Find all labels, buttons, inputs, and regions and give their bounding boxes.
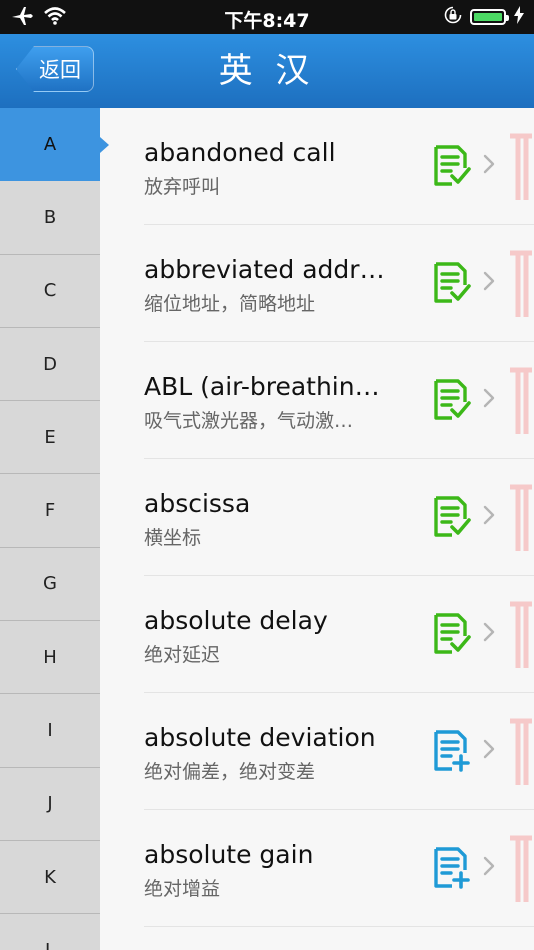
sidebar-letter-l[interactable]: L bbox=[0, 914, 100, 950]
sidebar-letter-f[interactable]: F bbox=[0, 474, 100, 548]
word-definition: 吸气式激光器，气动激… bbox=[144, 410, 354, 432]
word-row[interactable]: ABL (air-breathin… 吸气式激光器，气动激… bbox=[144, 342, 534, 459]
bookmark-edge-icon bbox=[508, 249, 534, 319]
status-bar: 下午8:47 bbox=[0, 0, 534, 34]
sidebar-letter-i[interactable]: I bbox=[0, 694, 100, 768]
word-term: absolute gain bbox=[144, 840, 314, 869]
word-row[interactable]: absolute delay 绝对延迟 bbox=[144, 576, 534, 693]
word-row[interactable]: absolute gain 绝对增益 bbox=[144, 810, 534, 927]
word-term: abbreviated addr… bbox=[144, 255, 385, 284]
word-definition: 绝对偏差，绝对变差 bbox=[144, 761, 316, 783]
word-list[interactable]: abandoned call 放弃呼叫 abbreviated addr… 缩位地址，… bbox=[100, 108, 534, 950]
sidebar-letter-e[interactable]: E bbox=[0, 401, 100, 475]
word-definition: 放弃呼叫 bbox=[144, 176, 221, 198]
word-definition: 缩位地址，简略地址 bbox=[144, 293, 316, 315]
bookmark-edge-icon bbox=[508, 834, 534, 904]
orientation-lock-icon bbox=[444, 6, 462, 28]
sidebar-letter-c[interactable]: C bbox=[0, 255, 100, 328]
bookmark-edge-icon bbox=[508, 366, 534, 436]
chevron-right-icon bbox=[482, 269, 496, 293]
bookmark-edge-icon bbox=[508, 717, 534, 787]
bookmark-edge-icon bbox=[508, 483, 534, 553]
word-term: abscissa bbox=[144, 489, 251, 518]
sidebar-letter-h[interactable]: H bbox=[0, 621, 100, 695]
sidebar-letter-g[interactable]: G bbox=[0, 548, 100, 622]
word-definition: 横坐标 bbox=[144, 527, 202, 549]
word-term: absolute deviation bbox=[144, 723, 376, 752]
page-title: 英 汉 bbox=[218, 51, 316, 91]
chevron-right-icon bbox=[482, 152, 496, 176]
word-term: ABL (air-breathin… bbox=[144, 372, 380, 401]
navigation-bar: 返回 英 汉 bbox=[0, 34, 534, 108]
word-row[interactable]: abbreviated addr… 缩位地址，简略地址 bbox=[144, 225, 534, 342]
sidebar-letter-b[interactable]: B bbox=[0, 181, 100, 255]
word-row[interactable]: absolute deviation 绝对偏差，绝对变差 bbox=[144, 693, 534, 810]
word-term: abandoned call bbox=[144, 138, 336, 167]
note-check-icon[interactable] bbox=[432, 378, 472, 422]
bookmark-edge-icon bbox=[508, 600, 534, 670]
note-check-icon[interactable] bbox=[432, 261, 472, 305]
chevron-right-icon bbox=[482, 620, 496, 644]
sidebar-letter-j[interactable]: J bbox=[0, 768, 100, 841]
chevron-right-icon bbox=[482, 737, 496, 761]
note-add-icon[interactable] bbox=[432, 846, 472, 890]
alphabet-sidebar: ABCDEFGHIJKL bbox=[0, 108, 100, 950]
word-row[interactable]: abandoned call 放弃呼叫 bbox=[144, 108, 534, 225]
bolt-icon bbox=[514, 6, 524, 28]
word-term: absolute delay bbox=[144, 606, 328, 635]
bookmark-edge-icon bbox=[508, 132, 534, 202]
chevron-right-icon bbox=[482, 854, 496, 878]
word-definition: 绝对延迟 bbox=[144, 644, 221, 666]
chevron-right-icon bbox=[482, 503, 496, 527]
word-row[interactable]: abscissa 横坐标 bbox=[144, 459, 534, 576]
note-add-icon[interactable] bbox=[432, 729, 472, 773]
status-right bbox=[444, 6, 524, 28]
word-definition: 绝对增益 bbox=[144, 878, 221, 900]
chevron-right-icon bbox=[482, 386, 496, 410]
note-check-icon[interactable] bbox=[432, 612, 472, 656]
battery-icon bbox=[470, 9, 509, 25]
sidebar-letter-d[interactable]: D bbox=[0, 328, 100, 402]
note-check-icon[interactable] bbox=[432, 144, 472, 188]
note-check-icon[interactable] bbox=[432, 495, 472, 539]
sidebar-letter-k[interactable]: K bbox=[0, 841, 100, 915]
sidebar-letter-a[interactable]: A bbox=[0, 108, 100, 182]
